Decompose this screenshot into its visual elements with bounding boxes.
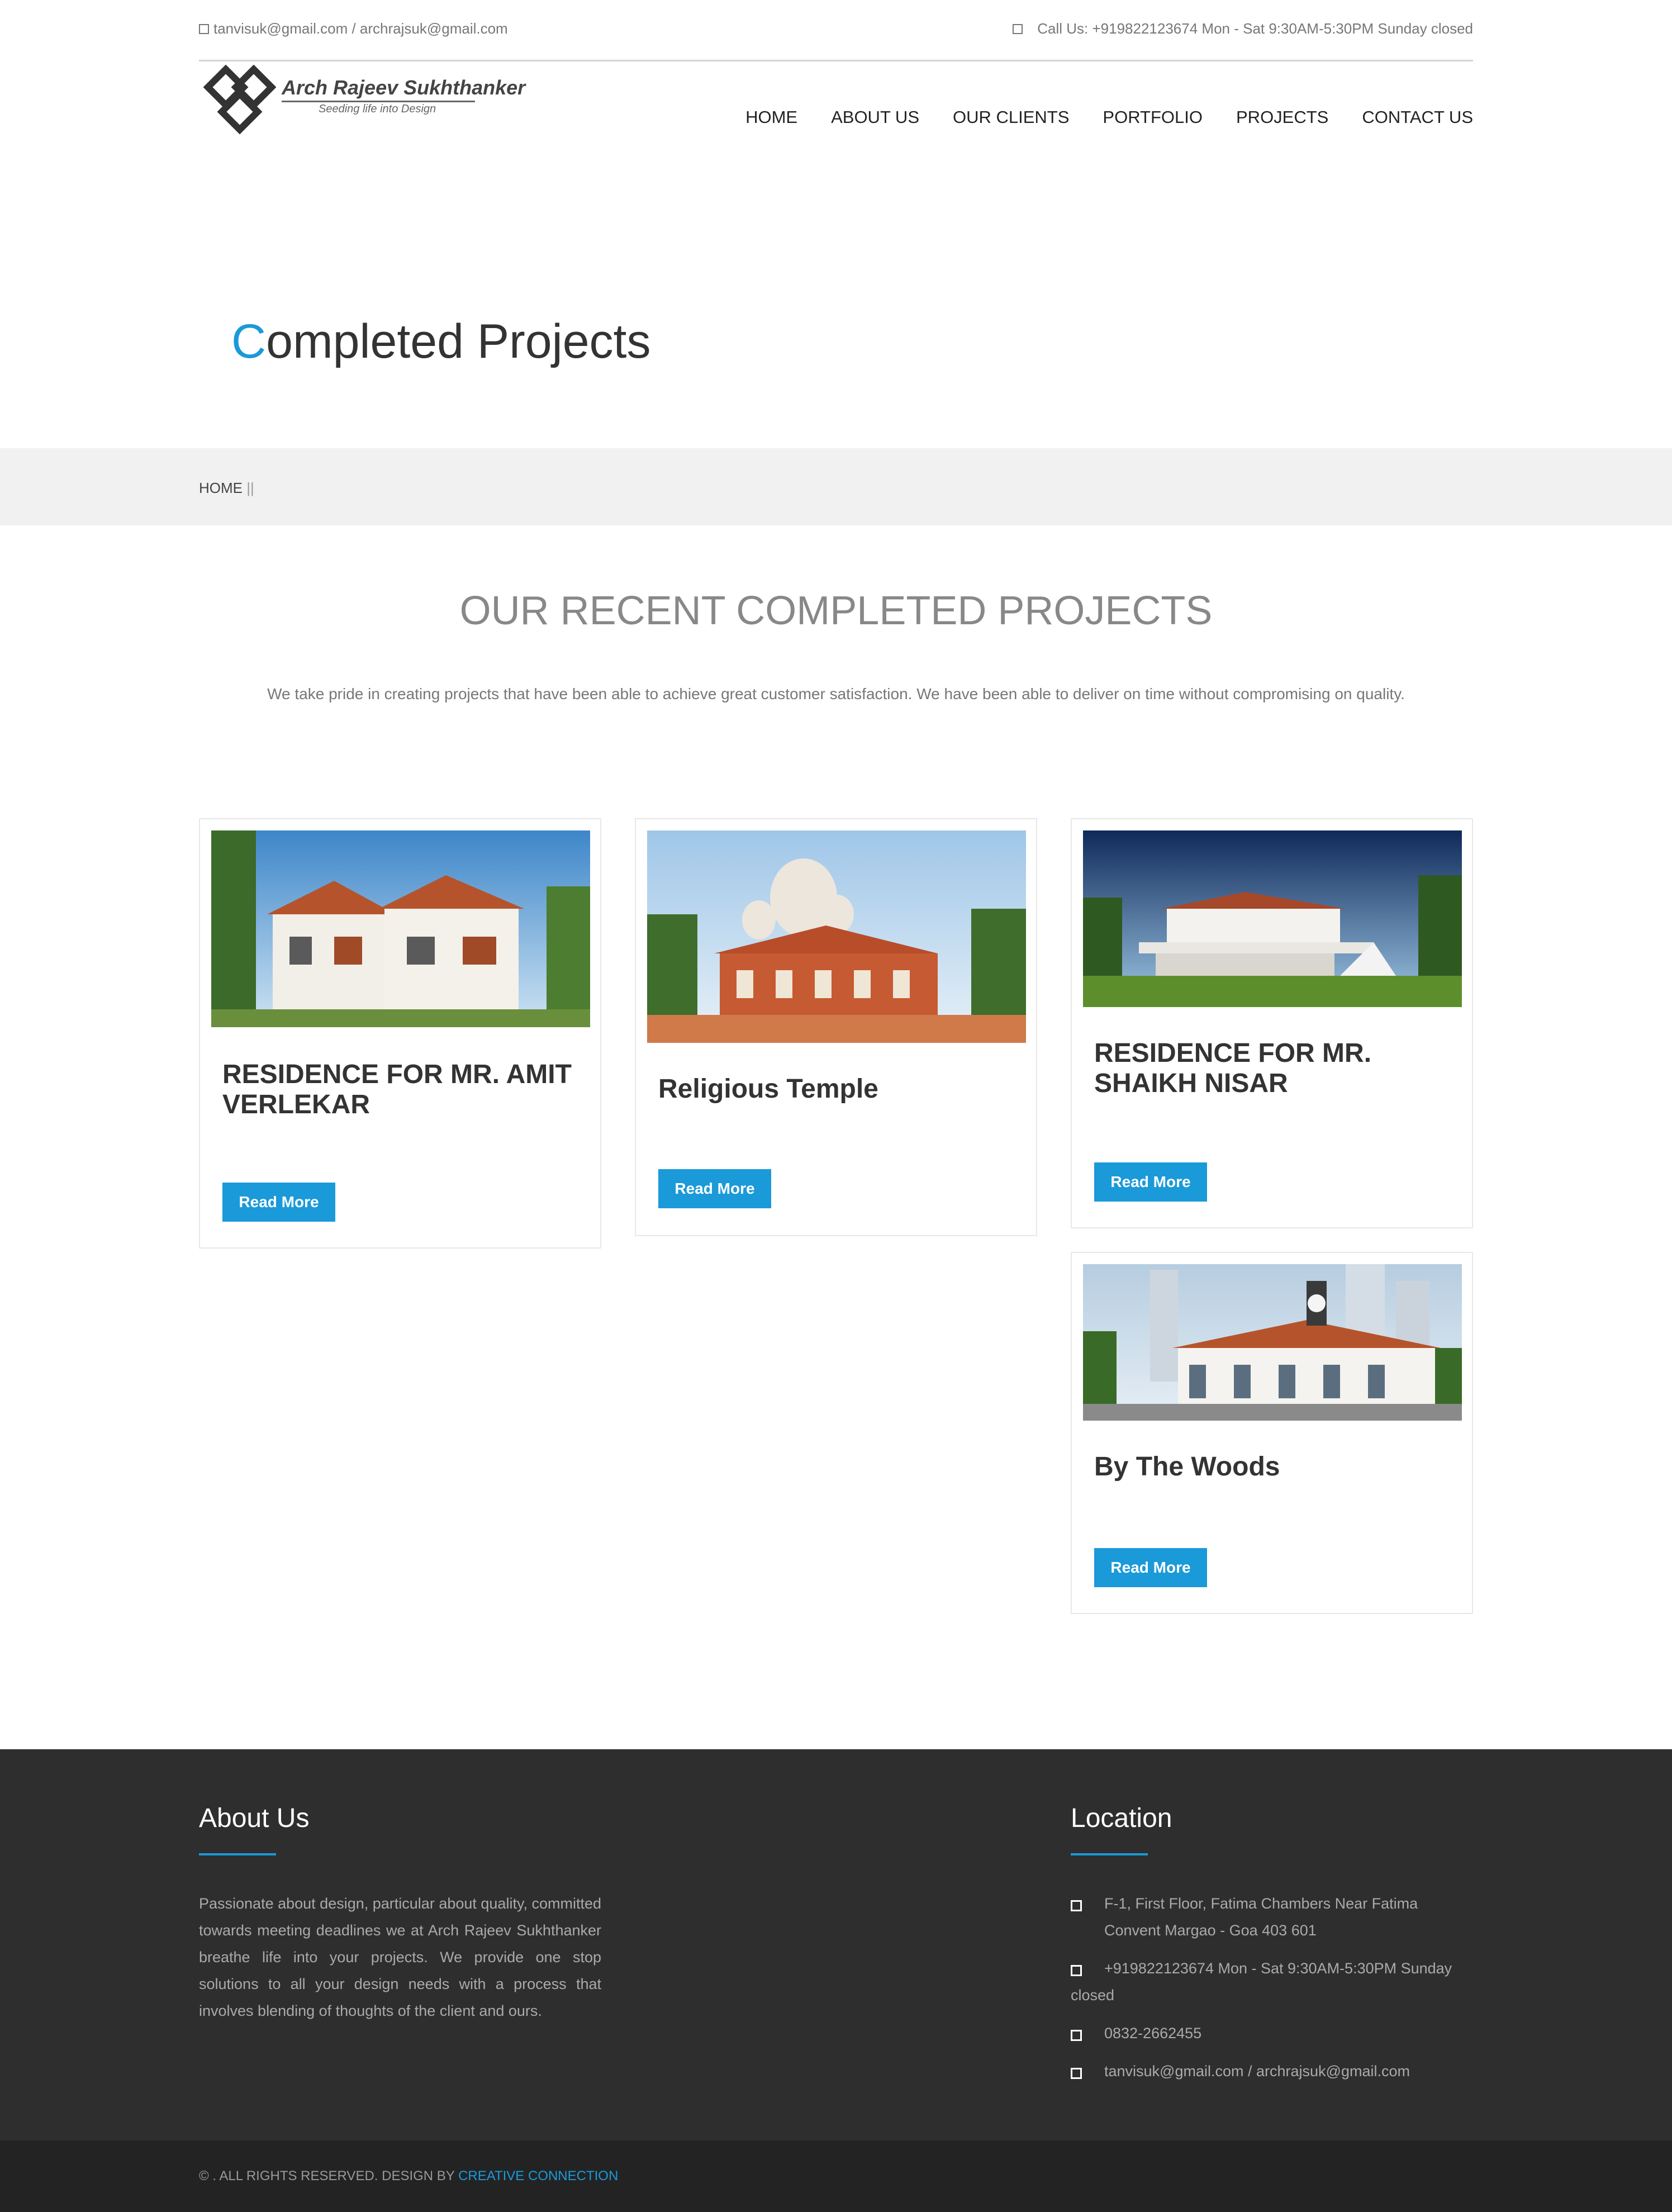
- footer-about-heading: About Us: [199, 1803, 310, 1833]
- footer-landline-text: 0832-2662455: [1104, 2025, 1202, 2042]
- logo-mark-icon: [203, 65, 276, 135]
- logo-name: Arch Rajeev Sukhthanker: [282, 76, 526, 99]
- section-heading: OUR RECENT COMPLETED PROJECTS: [459, 588, 1213, 633]
- envelope-icon: [199, 23, 209, 34]
- footer-location-heading: Location: [1071, 1803, 1172, 1833]
- nav-portfolio[interactable]: PORTFOLIO: [1103, 107, 1203, 130]
- footer-address-text: F-1, First Floor, Fatima Chambers Near F…: [1104, 1895, 1418, 1939]
- copyright-bar: © . ALL RIGHTS RESERVED. DESIGN BY CREAT…: [0, 2140, 1672, 2212]
- envelope-icon: [1071, 2068, 1082, 2079]
- top-divider: [199, 60, 1473, 61]
- read-more-button[interactable]: Read More: [1094, 1548, 1207, 1587]
- project-title: Religious Temple: [658, 1074, 878, 1104]
- project-title: RESIDENCE FOR MR. AMIT VERLEKAR: [222, 1060, 572, 1119]
- project-title: By The Woods: [1094, 1452, 1280, 1482]
- project-image-modern-villa[interactable]: [1083, 830, 1462, 1007]
- nav-projects[interactable]: PROJECTS: [1236, 107, 1328, 130]
- project-image-commercial[interactable]: [1083, 1264, 1462, 1421]
- footer-about-rule: [199, 1853, 276, 1855]
- footer-landline: 0832-2662455: [1071, 2020, 1473, 2047]
- top-phone: Call Us: +919822123674 Mon - Sat 9:30AM-…: [1013, 20, 1473, 37]
- nav-our-clients[interactable]: OUR CLIENTS: [953, 107, 1069, 130]
- footer-email-text[interactable]: tanvisuk@gmail.com / archrajsuk@gmail.co…: [1071, 2058, 1473, 2085]
- nav-home[interactable]: HOME: [745, 107, 797, 130]
- project-card: By The Woods Read More: [1071, 1252, 1473, 1614]
- top-email: tanvisuk@gmail.com / archrajsuk@gmail.co…: [199, 20, 508, 37]
- section-subtitle: We take pride in creating projects that …: [267, 685, 1405, 702]
- project-image-villa[interactable]: [211, 830, 590, 1027]
- footer: About Us Passionate about design, partic…: [0, 1749, 1672, 2140]
- map-marker-icon: [1071, 1900, 1082, 1911]
- page-title: Completed Projects: [231, 314, 650, 369]
- project-image-temple[interactable]: [647, 830, 1026, 1043]
- read-more-button[interactable]: Read More: [1094, 1162, 1207, 1202]
- project-title: RESIDENCE FOR MR. SHAIKH NISAR: [1094, 1038, 1372, 1098]
- logo-rule: [282, 101, 475, 102]
- phone-icon: [1013, 23, 1023, 34]
- read-more-button[interactable]: Read More: [658, 1169, 771, 1208]
- page-title-rest: ompleted Projects: [266, 315, 651, 368]
- project-card: RESIDENCE FOR MR. SHAIKH NISAR Read More: [1071, 818, 1473, 1228]
- footer-location-rule: [1071, 1853, 1148, 1855]
- read-more-button[interactable]: Read More: [222, 1183, 335, 1222]
- footer-phone: +919822123674 Mon - Sat 9:30AM-5:30PM Su…: [1071, 1955, 1473, 2009]
- project-card: Religious Temple Read More: [635, 818, 1037, 1236]
- phone-icon: [1071, 1965, 1082, 1976]
- breadcrumb: HOME ||: [199, 480, 254, 497]
- top-email-text[interactable]: tanvisuk@gmail.com / archrajsuk@gmail.co…: [213, 20, 508, 37]
- logo-tagline: Seeding life into Design: [319, 103, 436, 115]
- main-nav: HOME ABOUT US OUR CLIENTS PORTFOLIO PROJ…: [745, 107, 1473, 130]
- footer-address: F-1, First Floor, Fatima Chambers Near F…: [1071, 1890, 1473, 1944]
- fax-icon: [1071, 2030, 1082, 2041]
- project-card: RESIDENCE FOR MR. AMIT VERLEKAR Read Mor…: [199, 818, 601, 1249]
- designer-link[interactable]: CREATIVE CONNECTION: [458, 2168, 618, 2183]
- copyright-label: © . ALL RIGHTS RESERVED. DESIGN BY: [199, 2168, 459, 2183]
- page-title-initial: C: [231, 315, 267, 368]
- footer-phone-text: +919822123674 Mon - Sat 9:30AM-5:30PM Su…: [1071, 1960, 1452, 2004]
- nav-contact-us[interactable]: CONTACT US: [1362, 107, 1473, 130]
- top-phone-text: Call Us: +919822123674 Mon - Sat 9:30AM-…: [1037, 20, 1473, 37]
- copyright-text: © . ALL RIGHTS RESERVED. DESIGN BY CREAT…: [199, 2168, 618, 2184]
- footer-about-text: Passionate about design, particular abou…: [199, 1895, 601, 2019]
- top-contact-bar: tanvisuk@gmail.com / archrajsuk@gmail.co…: [199, 20, 1473, 41]
- footer-email: tanvisuk@gmail.com / archrajsuk@gmail.co…: [1071, 2058, 1473, 2085]
- site-logo[interactable]: Arch Rajeev Sukhthanker Seeding life int…: [203, 65, 525, 137]
- nav-about-us[interactable]: ABOUT US: [831, 107, 919, 130]
- breadcrumb-separator: ||: [246, 480, 254, 496]
- breadcrumb-bar: HOME ||: [0, 448, 1672, 525]
- breadcrumb-home[interactable]: HOME: [199, 480, 243, 496]
